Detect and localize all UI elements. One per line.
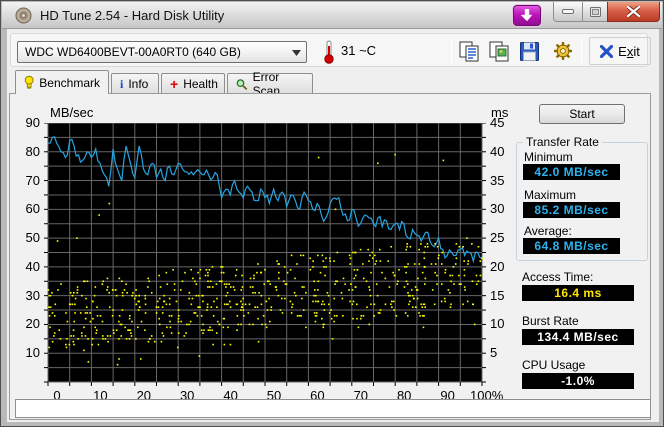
cpu-usage-value: -1.0% (522, 373, 634, 389)
tab-health[interactable]: + Health (161, 73, 225, 94)
axis-tick-label: 70 (25, 172, 40, 188)
axis-tick-label: 50 (25, 230, 40, 246)
cpu-usage-label: CPU Usage (522, 358, 586, 372)
burst-rate-value: 134.4 MB/sec (522, 329, 634, 345)
minimum-value: 42.0 MB/sec (523, 164, 620, 180)
axis-tick-label: 30 (25, 287, 40, 303)
axis-tick-label: 35 (490, 172, 505, 188)
benchmark-chart (44, 123, 486, 386)
axis-tick-label: 25 (490, 230, 505, 246)
health-cross-icon: + (170, 76, 179, 92)
axis-tick-label: 15 (490, 287, 505, 303)
copy-text-button[interactable] (457, 39, 481, 63)
close-button[interactable] (607, 2, 660, 22)
transfer-rate-title: Transfer Rate (526, 135, 599, 149)
toolbar: WDC WD6400BEVT-00A0RT0 (640 GB) 31 ~C Ex… (10, 33, 651, 67)
save-icon (519, 41, 539, 61)
window-title: HD Tune 2.54 - Hard Disk Utility (40, 8, 225, 23)
app-icon (15, 7, 32, 24)
temperature-label: 31 ~C (341, 43, 377, 58)
tab-health-label: Health (183, 77, 218, 91)
axis-tick-label: 40 (490, 143, 505, 159)
tab-benchmark[interactable]: Benchmark (15, 70, 109, 94)
client-area: WDC WD6400BEVT-00A0RT0 (640 GB) 31 ~C Ex… (7, 29, 659, 422)
burst-rate-label: Burst Rate (522, 314, 579, 328)
copy-image-icon (489, 41, 508, 61)
save-button[interactable] (517, 39, 541, 63)
maximum-value: 85.2 MB/sec (523, 202, 620, 218)
axis-tick-label: 10 (25, 345, 40, 361)
titlebar: HD Tune 2.54 - Hard Disk Utility (2, 2, 662, 29)
benchmark-page: MB/sec ms 10 20 30 40 50 60 70 80 90 5 10 15 20 25 30 3… (9, 93, 651, 420)
start-button[interactable]: Start (539, 104, 625, 124)
axis-tick-label: 90 (25, 115, 40, 130)
exit-button[interactable]: Exit (589, 37, 651, 65)
average-label: Average: (524, 224, 572, 238)
toolbar-separator (451, 38, 452, 64)
axis-tick-label: 40 (25, 258, 40, 274)
info-icon: i (120, 76, 124, 91)
access-time-value: 16.4 ms (522, 285, 634, 301)
download-button[interactable] (513, 5, 541, 26)
maximize-button[interactable] (582, 2, 608, 22)
tab-error-scan[interactable]: Error Scan (227, 70, 313, 98)
app-window: HD Tune 2.54 - Hard Disk Utility WDC WD6… (0, 0, 664, 427)
minimize-icon (562, 9, 574, 14)
download-arrow-icon (520, 9, 533, 22)
maximize-icon (589, 6, 601, 17)
axis-tick-label: 80 (25, 143, 40, 159)
left-axis-title: MB/sec (50, 105, 94, 120)
thermometer-icon (324, 40, 334, 64)
minimum-label: Minimum (524, 150, 573, 164)
options-gear-icon (554, 42, 572, 60)
tab-info[interactable]: i Info (111, 73, 159, 94)
close-icon (627, 6, 640, 17)
status-strip (15, 399, 651, 418)
axis-tick-label: 20 (25, 316, 40, 332)
benchmark-bulb-icon (24, 75, 34, 89)
axis-tick-label: 45 (490, 115, 505, 130)
exit-label: Exit (618, 43, 640, 59)
copy-text-icon (459, 41, 478, 61)
tab-info-label: Info (128, 77, 149, 91)
magnifier-icon (236, 78, 248, 90)
tab-benchmark-label: Benchmark (39, 75, 100, 90)
toolbar-separator (581, 38, 582, 64)
drive-select[interactable]: WDC WD6400BEVT-00A0RT0 (640 GB) (17, 41, 307, 63)
access-time-label: Access Time: (522, 270, 594, 284)
axis-tick-label: 60 (25, 201, 40, 217)
average-value: 64.8 MB/sec (523, 238, 620, 254)
axis-tick-label: 5 (490, 345, 498, 361)
start-button-label: Start (569, 107, 595, 121)
exit-x-icon (600, 44, 614, 58)
axis-tick-label: 30 (490, 201, 505, 217)
axis-tick-label: 20 (490, 258, 505, 274)
chevron-down-icon (292, 50, 301, 56)
axis-tick-label: 10 (490, 316, 505, 332)
options-button[interactable] (551, 39, 575, 63)
copy-image-button[interactable] (487, 39, 511, 63)
drive-select-value: WDC WD6400BEVT-00A0RT0 (640 GB) (25, 45, 241, 59)
maximum-label: Maximum (524, 188, 577, 202)
minimize-button[interactable] (553, 2, 583, 22)
